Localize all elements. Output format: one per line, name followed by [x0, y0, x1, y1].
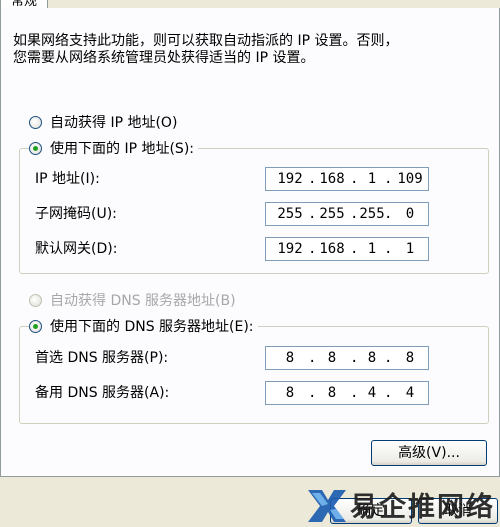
- octet-separator: .: [384, 206, 393, 222]
- watermark-emblem-icon: [308, 490, 346, 522]
- preferred-dns-label: 首选 DNS 服务器(P):: [35, 350, 169, 366]
- manual-ip-option[interactable]: 使用下面的 IP 地址(S):: [29, 138, 198, 158]
- octet: 8: [405, 350, 415, 366]
- auto-ip-option[interactable]: 自动获得 IP 地址(O): [29, 112, 182, 132]
- octet: 192: [277, 241, 303, 257]
- manual-ip-radio[interactable]: [29, 141, 42, 155]
- octet: 168: [319, 241, 345, 257]
- manual-ip-label: 使用下面的 IP 地址(S):: [50, 141, 194, 157]
- auto-dns-option[interactable]: 自动获得 DNS 服务器地址(B): [29, 290, 240, 310]
- advanced-button[interactable]: 高级(V)...: [371, 440, 487, 466]
- octet: 8: [327, 350, 337, 366]
- octet: 8: [327, 385, 337, 401]
- octet: 192: [277, 171, 303, 187]
- octet: 109: [397, 171, 423, 187]
- alternate-dns-label: 备用 DNS 服务器(A):: [35, 385, 170, 401]
- octet-separator: .: [308, 350, 317, 366]
- watermark-text: 易企推网络: [350, 491, 495, 523]
- octet-separator: .: [308, 385, 317, 401]
- octet-separator: .: [308, 241, 317, 257]
- octet-separator: .: [384, 241, 393, 257]
- octet-separator: .: [308, 171, 317, 187]
- octet-separator: .: [384, 385, 393, 401]
- default-gateway-field[interactable]: 192 . 168 . 1 . 1: [265, 237, 429, 261]
- watermark-logo: 易企推网络: [308, 490, 495, 523]
- manual-dns-radio[interactable]: [29, 319, 42, 333]
- ip-address-field[interactable]: 192 . 168 . 1 . 109: [265, 167, 429, 191]
- ip-address-label: IP 地址(I):: [35, 171, 100, 187]
- octet: 8: [285, 350, 295, 366]
- auto-dns-radio[interactable]: [29, 293, 42, 307]
- octet: 1: [405, 241, 415, 257]
- manual-dns-label: 使用下面的 DNS 服务器地址(E):: [50, 319, 254, 335]
- octet: 0: [405, 206, 415, 222]
- description-line-2: 您需要从网络系统管理员处获得适当的 IP 设置。: [13, 50, 315, 66]
- octet: 168: [319, 171, 345, 187]
- subnet-mask-label: 子网掩码(U):: [35, 206, 117, 222]
- dns-groupbox: [19, 326, 489, 424]
- octet: 255: [319, 206, 345, 222]
- octet: 255: [277, 206, 303, 222]
- octet-separator: .: [308, 206, 317, 222]
- alternate-dns-field[interactable]: 8 . 8 . 4 . 4: [265, 381, 429, 405]
- manual-dns-option[interactable]: 使用下面的 DNS 服务器地址(E):: [29, 316, 258, 336]
- default-gateway-label: 默认网关(D):: [35, 241, 118, 257]
- auto-ip-radio[interactable]: [29, 115, 42, 129]
- preferred-dns-field[interactable]: 8 . 8 . 8 . 8: [265, 346, 429, 370]
- subnet-mask-field[interactable]: 255 . 255 . 255 . 0: [265, 202, 429, 226]
- octet: 4: [405, 385, 415, 401]
- auto-dns-label: 自动获得 DNS 服务器地址(B): [50, 293, 236, 309]
- octet-separator: .: [384, 350, 393, 366]
- octet-separator: .: [384, 171, 393, 187]
- properties-panel: 如果网络支持此功能，则可以获取自动指派的 IP 设置。否则， 您需要从网络系统管…: [0, 8, 500, 477]
- auto-ip-label: 自动获得 IP 地址(O): [50, 115, 178, 131]
- description-line-1: 如果网络支持此功能，则可以获取自动指派的 IP 设置。否则，: [13, 33, 399, 49]
- octet: 8: [285, 385, 295, 401]
